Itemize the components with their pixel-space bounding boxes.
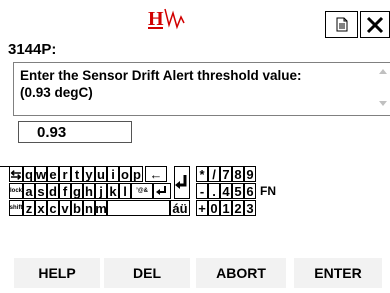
- value-input[interactable]: 0.93: [18, 121, 132, 143]
- key-backspace[interactable]: ←: [145, 166, 167, 182]
- del-button[interactable]: DEL: [104, 258, 190, 288]
- key-w[interactable]: w: [35, 166, 47, 182]
- key-5[interactable]: 5: [232, 183, 244, 199]
- enter-icon: [156, 186, 166, 195]
- key-0[interactable]: 0: [208, 200, 220, 216]
- key-3[interactable]: 3: [244, 200, 256, 216]
- key-m[interactable]: m: [95, 200, 107, 216]
- hw-logo-icon: H: [148, 8, 185, 30]
- key-h[interactable]: h: [83, 183, 95, 199]
- key-i[interactable]: i: [107, 166, 119, 182]
- key-s[interactable]: s: [35, 183, 47, 199]
- abort-button[interactable]: ABORT: [196, 258, 286, 288]
- key-v[interactable]: v: [59, 200, 71, 216]
- key-1[interactable]: 1: [220, 200, 232, 216]
- scroll-up-icon[interactable]: [379, 69, 387, 74]
- key-p[interactable]: p: [131, 166, 143, 182]
- key-n[interactable]: n: [83, 200, 95, 216]
- key-plus[interactable]: +: [196, 200, 208, 216]
- key-sym-0[interactable]: *: [196, 166, 208, 182]
- key-f[interactable]: f: [59, 183, 71, 199]
- close-button[interactable]: [360, 11, 390, 38]
- key-g[interactable]: g: [71, 183, 83, 199]
- key-shift[interactable]: shift: [9, 200, 23, 216]
- key-lock[interactable]: lock: [9, 183, 23, 199]
- key-a[interactable]: a: [23, 183, 35, 199]
- key-j[interactable]: j: [95, 183, 107, 199]
- document-icon: [336, 17, 347, 32]
- key-4[interactable]: 4: [220, 183, 232, 199]
- key-dot[interactable]: .: [208, 183, 220, 199]
- key-8[interactable]: 8: [232, 166, 244, 182]
- key-o[interactable]: o: [119, 166, 131, 182]
- key-enter-small[interactable]: [153, 183, 171, 199]
- key-q[interactable]: q: [23, 166, 35, 182]
- prompt-box: Enter the Sensor Drift Alert threshold v…: [13, 62, 390, 116]
- close-icon: [366, 16, 384, 33]
- key-k[interactable]: k: [107, 183, 119, 199]
- enter-button[interactable]: ENTER: [294, 258, 382, 288]
- key-r[interactable]: r: [59, 166, 71, 182]
- key-y[interactable]: y: [83, 166, 95, 182]
- prompt-scrollbar[interactable]: [375, 63, 390, 115]
- key-d[interactable]: d: [47, 183, 59, 199]
- key-accent[interactable]: áü: [170, 200, 190, 216]
- key-z[interactable]: z: [23, 200, 35, 216]
- key-x[interactable]: x: [35, 200, 47, 216]
- key-2[interactable]: 2: [232, 200, 244, 216]
- svg-text:H: H: [148, 8, 164, 30]
- key-c[interactable]: c: [47, 200, 59, 216]
- key-7[interactable]: 7: [220, 166, 232, 182]
- key-minus[interactable]: -: [196, 183, 208, 199]
- enter-arrow-icon: [175, 174, 187, 189]
- prompt-text: Enter the Sensor Drift Alert threshold v…: [20, 68, 302, 100]
- key-u[interactable]: u: [95, 166, 107, 182]
- key-space[interactable]: [107, 200, 170, 216]
- document-button[interactable]: [325, 11, 358, 38]
- key-at[interactable]: ’@&: [131, 183, 153, 199]
- key-b[interactable]: b: [71, 200, 83, 216]
- key-l[interactable]: l: [119, 183, 131, 199]
- help-button[interactable]: HELP: [14, 258, 100, 288]
- key-fn[interactable]: FN: [257, 183, 279, 199]
- key-enter[interactable]: [174, 166, 190, 199]
- device-code: 3144P:: [8, 41, 57, 58]
- key-sym-1[interactable]: /: [208, 166, 220, 182]
- key-6[interactable]: 6: [244, 183, 256, 199]
- key-e[interactable]: e: [47, 166, 59, 182]
- key-tab[interactable]: ⇆: [9, 166, 23, 182]
- scroll-down-icon[interactable]: [379, 101, 387, 106]
- key-9[interactable]: 9: [244, 166, 256, 182]
- key-t[interactable]: t: [71, 166, 83, 182]
- onscreen-keyboard: ⇆ q w e r t y u i o p ← lock a s d f g h j k l ’@& shift z x c v b n m…: [9, 166, 390, 266]
